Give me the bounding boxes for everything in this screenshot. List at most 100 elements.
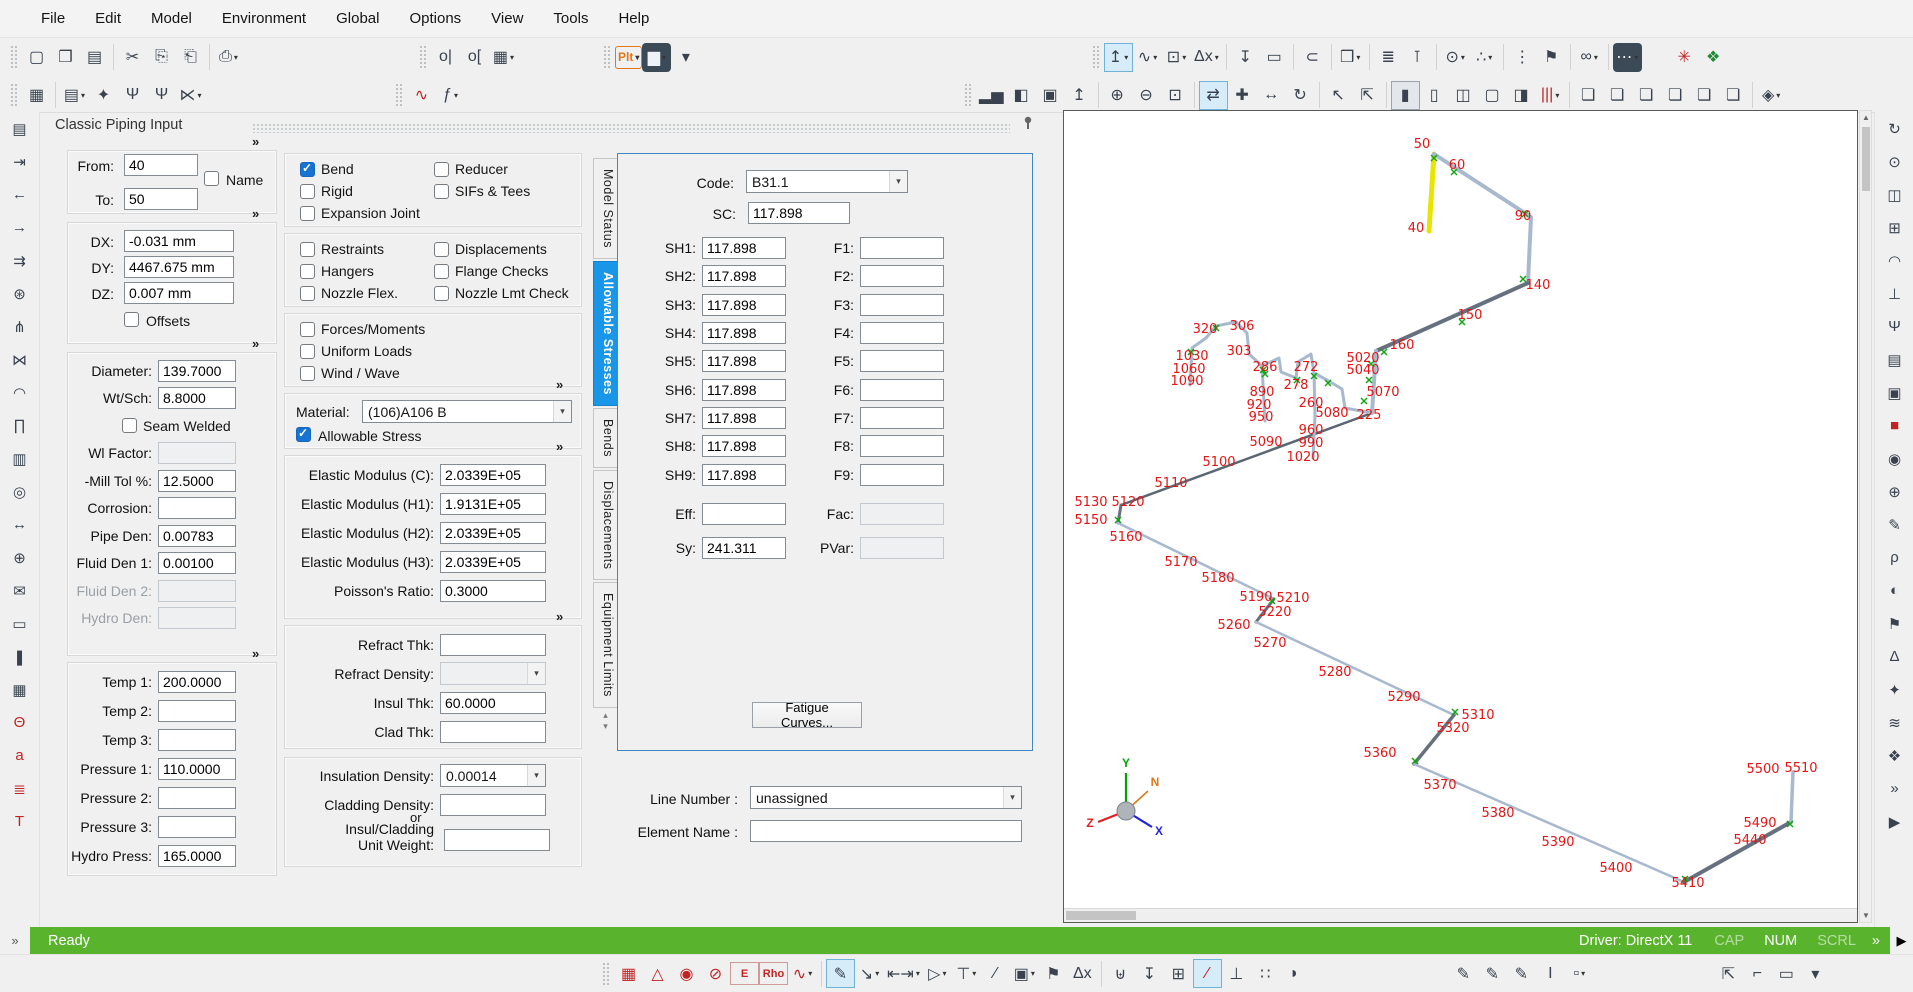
f4-input[interactable] [860, 322, 944, 344]
tab-displacements[interactable]: Displacements [593, 470, 618, 580]
valve-flange-button[interactable]: ⋈ [6, 346, 34, 374]
window-button[interactable]: ▣ [1036, 81, 1065, 110]
node-label-5370[interactable]: 5370 [1423, 778, 1456, 793]
insulation-density-dropdown-icon[interactable] [527, 765, 545, 786]
node-tools-button[interactable]: ⊙▾ [1441, 43, 1470, 72]
pane-vertical-scrollbar[interactable]: ▲ ▼ [1859, 110, 1872, 923]
menu-model[interactable]: Model [136, 0, 207, 38]
element-name-input[interactable] [750, 820, 1022, 842]
toolbar-grip[interactable] [603, 45, 611, 69]
toolbar-grip[interactable] [964, 83, 972, 107]
plot-button[interactable]: Plt▾ [615, 46, 642, 69]
small-box-button[interactable]: ▫▾ [1565, 959, 1594, 988]
sh7-input[interactable] [702, 407, 786, 429]
pipe-segment[interactable] [1429, 154, 1434, 231]
warning-button[interactable]: △ [643, 959, 672, 988]
global-coords-button[interactable]: ⊕ [6, 544, 34, 572]
orbit-view-button[interactable]: ↻ [1881, 115, 1909, 143]
units-button[interactable]: a [6, 742, 34, 770]
win-2-button[interactable]: ❏ [1603, 81, 1632, 110]
node-label-5400[interactable]: 5400 [1599, 861, 1632, 876]
node-label-5510[interactable]: 5510 [1784, 761, 1817, 776]
elevation-button[interactable]: ↥ [1065, 81, 1094, 110]
dots-button[interactable]: ∷ [1251, 959, 1280, 988]
sh9-input[interactable] [702, 464, 786, 486]
new-file-button[interactable]: ▢ [22, 43, 51, 72]
fatigue-curves-button[interactable]: Fatigue Curves... [752, 702, 862, 728]
pen-1-button[interactable]: ✎ [1449, 959, 1478, 988]
insert-valve-button[interactable]: o| [431, 43, 460, 72]
node-label-5490[interactable]: 5490 [1743, 816, 1776, 831]
mill-tol-input[interactable] [158, 470, 236, 492]
displacements-checkbox[interactable] [434, 242, 449, 257]
nozzle-lmt-check-checkbox[interactable] [434, 286, 449, 301]
node-label-5180[interactable]: 5180 [1201, 571, 1234, 586]
corner-select-button[interactable]: ⇱ [1714, 959, 1743, 988]
title-block-button[interactable]: T [6, 808, 34, 836]
delta-view-button[interactable]: Δ [1881, 643, 1909, 671]
code-combo[interactable]: B31.1 [746, 170, 908, 193]
dimension-button[interactable]: ↘▾ [855, 959, 884, 988]
pipe-group-expander[interactable]: » [252, 336, 258, 351]
toolbar-grip[interactable] [1092, 45, 1100, 69]
expand-button[interactable]: ▶ [1881, 808, 1909, 836]
node-label-225[interactable]: 225 [1357, 408, 1382, 423]
bend-tool-button[interactable]: ◠ [6, 379, 34, 407]
display-button[interactable]: ▣ [1881, 379, 1909, 407]
material-dropdown-icon[interactable] [553, 401, 571, 422]
reducer-checkbox[interactable] [434, 162, 449, 177]
node-label-5380[interactable]: 5380 [1481, 806, 1514, 821]
block-button[interactable]: ❚ [6, 643, 34, 671]
views-button[interactable]: ❖ [1881, 742, 1909, 770]
sc-input[interactable] [748, 202, 850, 224]
grid-snap-button[interactable]: ⊞ [1164, 959, 1193, 988]
menu-view[interactable]: View [476, 0, 538, 38]
insulation-density-combo[interactable]: 0.00014 [440, 764, 546, 787]
tee-check-button[interactable]: ⊤▾ [952, 959, 981, 988]
render-button[interactable]: ▆▾ [642, 43, 671, 72]
node-label-5100[interactable]: 5100 [1202, 455, 1235, 470]
flag-node-button[interactable]: ⚑ [1039, 959, 1068, 988]
fluid-den-2-input[interactable] [158, 580, 236, 602]
clad-thk-input[interactable] [440, 721, 546, 743]
folder-small-button[interactable]: ❒▾ [1336, 43, 1365, 72]
node-label-278[interactable]: 278 [1284, 378, 1309, 393]
toolbar-grip[interactable] [602, 962, 610, 986]
zoom-out-button[interactable]: ⊖ [1132, 81, 1161, 110]
allowable-stress-checkbox[interactable] [296, 427, 311, 442]
delta-x-button[interactable]: Δx▾ [1191, 43, 1222, 72]
pressure-1-input[interactable] [158, 758, 236, 780]
zoom-window-button[interactable]: ⊡ [1161, 81, 1190, 110]
expansion-joint-checkbox[interactable] [300, 206, 315, 221]
elastic-modulus-h3-input[interactable] [440, 551, 546, 573]
wind-wave-checkbox[interactable] [300, 366, 315, 381]
error-check-button[interactable]: ▤▾ [60, 81, 89, 110]
select-box-button[interactable]: ⇱ [1353, 81, 1382, 110]
next-element-button[interactable]: → [6, 214, 34, 242]
model-3d-pane[interactable]: 5060409014015016032030630310301060109028… [1063, 110, 1858, 923]
expansion-joint-button[interactable]: ∏ [6, 412, 34, 440]
node-label-5170[interactable]: 5170 [1164, 555, 1197, 570]
insul-thk-input[interactable] [440, 692, 546, 714]
pipe-segment[interactable] [1791, 772, 1793, 822]
node-label-286[interactable]: 286 [1253, 360, 1278, 375]
toolbar-grip[interactable] [10, 45, 18, 69]
pvar-input[interactable] [860, 537, 944, 559]
render-silhouette-button[interactable]: ◨ [1507, 81, 1536, 110]
node-label-950[interactable]: 950 [1249, 410, 1274, 425]
print-view-button[interactable]: ▤ [1881, 346, 1909, 374]
sy-input[interactable] [702, 537, 786, 559]
open-file-button[interactable]: ❒ [51, 43, 80, 72]
node-label-5360[interactable]: 5360 [1363, 746, 1396, 761]
grid-view-button[interactable]: ⊞ [1881, 214, 1909, 242]
rho-button[interactable]: Rho [759, 962, 788, 985]
bottom-caret-button[interactable]: ▾ [1801, 959, 1830, 988]
win-1-button[interactable]: ❏ [1574, 81, 1603, 110]
orbit-button[interactable]: ↻ [1286, 81, 1315, 110]
dx-input[interactable] [124, 230, 234, 252]
menu-file[interactable]: File [26, 0, 80, 38]
hydro-press-input[interactable] [158, 845, 236, 867]
node-label-5410[interactable]: 5410 [1671, 876, 1704, 891]
viewport-button[interactable]: ⊡▾ [1162, 43, 1191, 72]
monitor-button[interactable]: ▣▾ [1010, 959, 1039, 988]
